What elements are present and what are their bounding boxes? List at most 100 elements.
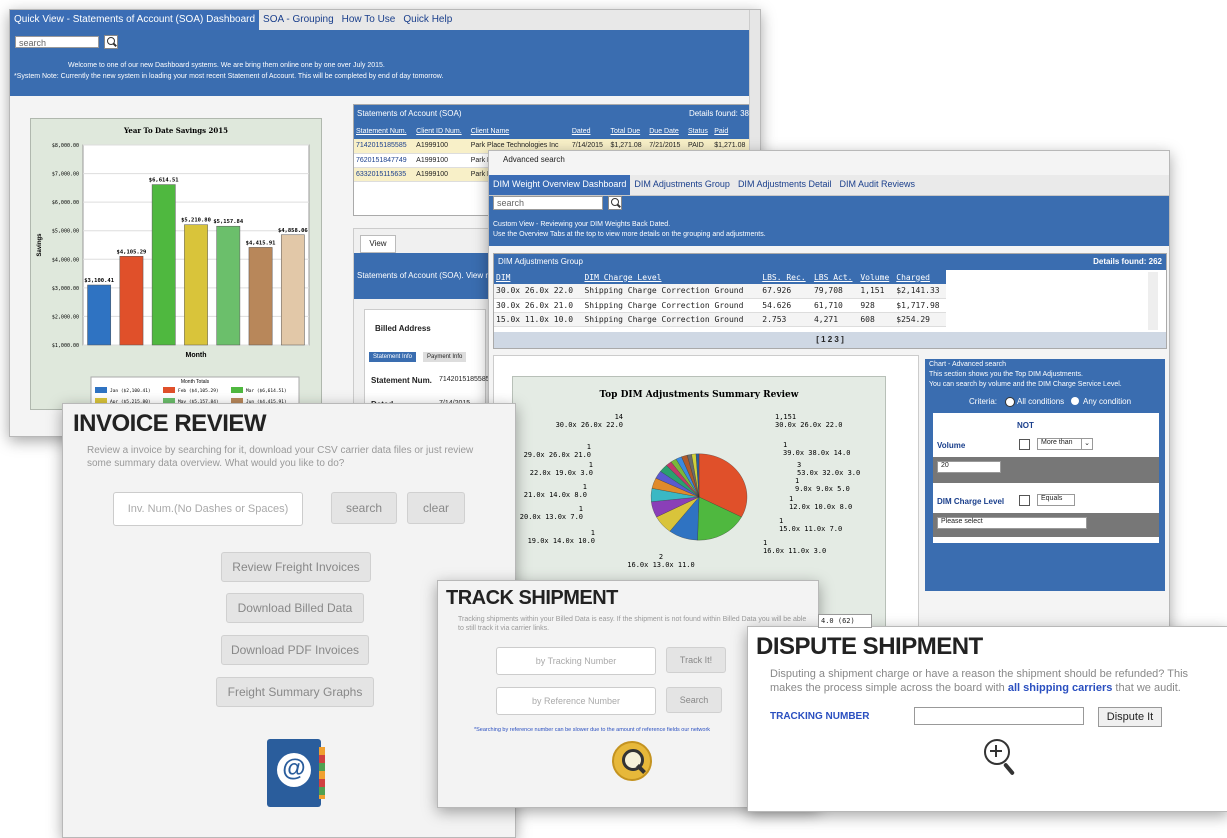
radio-all-conditions[interactable] — [1005, 397, 1015, 407]
invoice-number-input[interactable]: Inv. Num.(No Dashes or Spaces) — [113, 492, 303, 526]
dim-col-header[interactable]: Volume — [858, 270, 894, 284]
invoice-review-title: INVOICE REVIEW — [73, 410, 267, 437]
dim-col-header[interactable]: LBS Act. — [812, 270, 858, 284]
dim-row[interactable]: 30.0x 26.0x 22.0 Shipping Charge Correcti… — [494, 284, 946, 299]
volume-operator-select[interactable]: More than ⌄ — [1037, 438, 1093, 450]
dispute-description-post: that we audit. — [1112, 682, 1181, 694]
all-shipping-carriers-link[interactable]: all shipping carriers — [1008, 682, 1113, 694]
tab-dim-group[interactable]: DIM Adjustments Group — [630, 175, 734, 195]
download-pdf-invoices-button[interactable]: Download PDF Invoices — [221, 635, 369, 665]
reference-search-button[interactable]: Search — [666, 687, 722, 713]
track-it-button[interactable]: Track It! — [666, 647, 726, 673]
pie-label: 3 53.0x 32.0x 3.0 — [797, 461, 860, 477]
dim-pager[interactable]: [ 1 2 3 ] — [494, 332, 1166, 348]
search-icon[interactable] — [608, 196, 622, 210]
soa-col-header[interactable]: Dated — [570, 123, 609, 139]
dim-cell: 30.0x 26.0x 22.0 — [494, 284, 583, 299]
charge-not-checkbox[interactable] — [1019, 495, 1030, 506]
charge-operator-select[interactable]: Equals — [1037, 494, 1075, 506]
volume-label: Volume — [937, 441, 966, 450]
dim-cell: 54.626 — [760, 298, 812, 313]
soa-tabs: Quick View - Statements of Account (SOA)… — [10, 10, 760, 31]
advanced-search-link[interactable]: Advanced search — [503, 155, 565, 164]
pie-label: 1 29.0x 26.0x 21.0 — [524, 443, 591, 459]
dim-cell: $254.29 — [894, 312, 946, 327]
y-tick-label: $1,000.00 — [52, 343, 79, 349]
tab-statement-info[interactable]: Statement Info — [369, 352, 417, 362]
volume-value-input[interactable]: 20 — [937, 461, 1001, 473]
tab-payment-info[interactable]: Payment Info — [423, 352, 467, 362]
dim-row[interactable]: 15.0x 11.0x 10.0 Shipping Charge Correcti… — [494, 312, 946, 327]
legend-swatch — [231, 387, 243, 393]
dim-col-header[interactable]: DIM — [494, 270, 582, 284]
bar — [87, 284, 112, 346]
bar — [184, 224, 208, 346]
dim-col-header[interactable]: DIM Charge Level — [582, 270, 760, 284]
invoice-search-button[interactable]: search — [331, 492, 397, 524]
tab-view[interactable]: View — [360, 235, 396, 253]
tab-quick-help[interactable]: Quick Help — [399, 10, 456, 30]
bar — [280, 234, 305, 346]
dispute-it-button[interactable]: Dispute It — [1098, 707, 1162, 727]
welcome-text: Welcome to one of our new Dashboard syst… — [68, 62, 385, 69]
soa-cell: 6332015115635 — [354, 167, 415, 182]
tracking-number-label: TRACKING NUMBER — [770, 711, 870, 722]
invoice-description: Review a invoice by searching for it, do… — [87, 445, 474, 469]
dispute-description: Disputing a shipment charge or have a re… — [770, 667, 1218, 695]
dim-group-title: DIM Adjustments Group — [498, 257, 583, 266]
all-conditions-label: All conditions — [1017, 397, 1065, 406]
dim-cell: 15.0x 11.0x 10.0 — [494, 312, 583, 327]
search-icon[interactable] — [104, 35, 118, 49]
dim-details-found: Details found: 262 — [1093, 257, 1162, 266]
soa-col-header[interactable]: Client Name — [469, 123, 570, 139]
dispute-tracking-input[interactable] — [914, 707, 1084, 725]
tab-soa-quick-view[interactable]: Quick View - Statements of Account (SOA)… — [10, 10, 260, 30]
download-billed-data-button[interactable]: Download Billed Data — [226, 593, 364, 623]
soa-col-header[interactable]: Statement Num. — [354, 123, 414, 139]
tab-dim-overview[interactable]: DIM Weight Overview Dashboard — [489, 175, 631, 195]
y-tick-label: $5,000.00 — [52, 229, 79, 235]
criteria-row: Criteria: All conditions Any condition — [929, 395, 1161, 409]
dim-col-header[interactable]: LBS. Rec. — [760, 270, 812, 284]
soa-cell: 7142015185585 — [354, 139, 415, 154]
y-axis-label: Savings — [37, 233, 43, 257]
soa-col-header[interactable]: Status — [686, 123, 712, 139]
soa-col-header[interactable]: Paid — [712, 123, 751, 139]
dim-cell: Shipping Charge Correction Ground — [582, 298, 761, 313]
pie-label: 1,151 30.0x 26.0x 22.0 — [775, 413, 842, 429]
legend-title: Month Totals — [181, 379, 210, 385]
legend-label: Mar ($6,614.51) — [246, 388, 287, 394]
radio-any-condition[interactable] — [1071, 397, 1079, 405]
legend-swatch — [163, 387, 175, 393]
freight-summary-graphs-button[interactable]: Freight Summary Graphs — [216, 677, 374, 707]
soa-search-input[interactable]: search — [15, 36, 99, 48]
reference-number-input[interactable]: by Reference Number — [496, 687, 656, 715]
tab-dim-audit[interactable]: DIM Audit Reviews — [835, 175, 919, 195]
review-freight-invoices-button[interactable]: Review Freight Invoices — [221, 552, 371, 582]
legend-swatch — [95, 387, 107, 393]
volume-not-checkbox[interactable] — [1019, 439, 1030, 450]
dim-table: DIM DIM Charge Level LBS. Rec. LBS Act. Volu… — [494, 270, 946, 327]
dim-col-header[interactable]: Charged — [894, 270, 946, 284]
dim-dashboard-panel: Advanced search DIM Weight Overview Dash… — [488, 150, 1170, 652]
dim-row[interactable]: 30.0x 26.0x 21.0 Shipping Charge Correcti… — [494, 298, 946, 313]
soa-col-header[interactable]: Total Due — [609, 123, 648, 139]
pie-dropdown[interactable]: 4.0 (62) — [818, 614, 872, 628]
charge-value-select[interactable]: Please select — [937, 517, 1087, 529]
tracking-number-input[interactable]: by Tracking Number — [496, 647, 656, 675]
soa-col-header[interactable]: Due Date — [647, 123, 686, 139]
dim-cell: 928 — [858, 298, 895, 313]
tab-soa-grouping[interactable]: SOA - Grouping — [259, 10, 338, 30]
dim-search-input[interactable]: search — [493, 196, 603, 210]
invoice-clear-button[interactable]: clear — [407, 492, 465, 524]
pie-label: 1 39.0x 38.0x 14.0 — [783, 441, 850, 457]
magnifier-icon — [612, 741, 652, 781]
statement-num-value: 7142015185585 — [439, 376, 490, 383]
dim-table-scrollbar[interactable] — [1148, 272, 1158, 330]
tab-dim-detail[interactable]: DIM Adjustments Detail — [734, 175, 836, 195]
pie-label: 1 22.0x 19.0x 3.0 — [530, 461, 593, 477]
bar-value-label: $4,415.91 — [246, 240, 276, 246]
tab-how-to-use[interactable]: How To Use — [338, 10, 400, 30]
criteria-label: Criteria: — [969, 397, 998, 406]
soa-col-header[interactable]: Client ID Num. — [414, 123, 469, 139]
